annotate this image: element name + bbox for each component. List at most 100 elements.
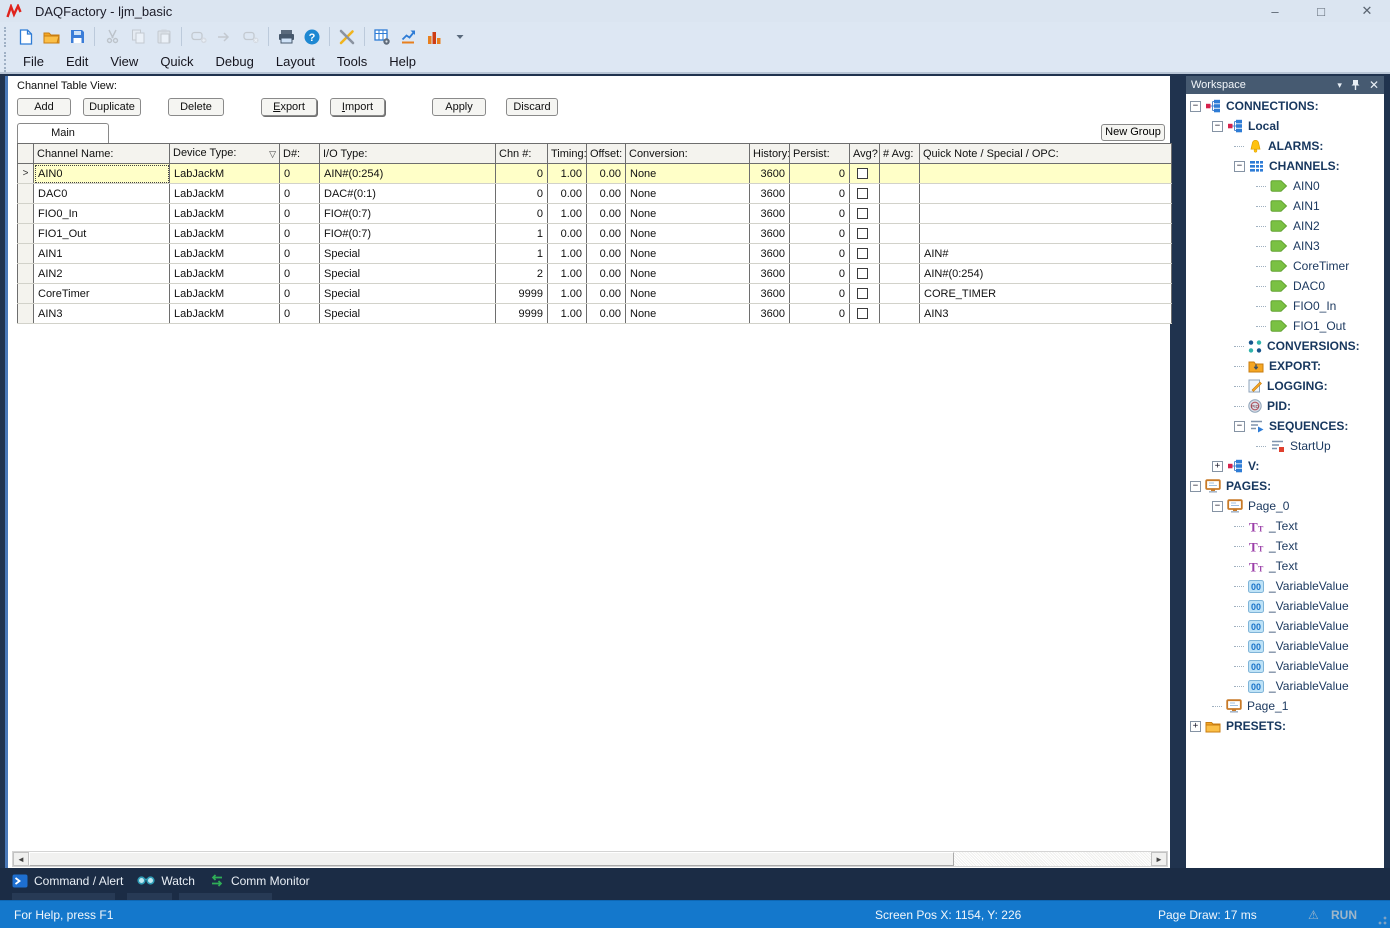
table-row[interactable]: CoreTimerLabJackM0Special99991.000.00Non… xyxy=(18,284,1172,304)
column-header-channel-name[interactable]: Channel Name: xyxy=(34,144,170,164)
tree-item-pages[interactable]: −PAGES: xyxy=(1186,476,1384,496)
menu-layout[interactable]: Layout xyxy=(265,52,326,71)
tab-main[interactable]: Main xyxy=(17,123,109,143)
tree-item-page-0[interactable]: −Page_0 xyxy=(1186,496,1384,516)
table-row[interactable]: AIN3LabJackM0Special99991.000.00None3600… xyxy=(18,304,1172,324)
tree-item-sequences[interactable]: −SEQUENCES: xyxy=(1186,416,1384,436)
column-header-persist[interactable]: Persist: xyxy=(790,144,850,164)
channel-table-icon[interactable] xyxy=(370,25,394,48)
save-icon[interactable] xyxy=(65,25,89,48)
chart-icon[interactable] xyxy=(422,25,446,48)
tree-item-text[interactable]: TT_Text xyxy=(1186,536,1384,556)
tree-expander-icon[interactable]: + xyxy=(1212,461,1223,472)
connection-go-icon[interactable] xyxy=(213,25,237,48)
tree-item-connections[interactable]: −CONNECTIONS: xyxy=(1186,96,1384,116)
tree-item-fio0-in[interactable]: FIO0_In xyxy=(1186,296,1384,316)
column-header-avg[interactable]: # Avg: xyxy=(880,144,920,164)
tree-item-v[interactable]: +V: xyxy=(1186,456,1384,476)
tree-item-variablevalue[interactable]: 00_VariableValue xyxy=(1186,656,1384,676)
delete-button[interactable]: Delete xyxy=(168,98,224,116)
column-header-device-type[interactable]: Device Type:▽ xyxy=(170,144,280,164)
print-icon[interactable] xyxy=(274,25,298,48)
tree-expander-icon[interactable]: − xyxy=(1234,421,1245,432)
menu-view[interactable]: View xyxy=(99,52,149,71)
menubar-grip[interactable] xyxy=(4,52,8,72)
avg-checkbox[interactable] xyxy=(857,248,868,259)
table-row[interactable]: AIN2LabJackM0Special21.000.00None36000AI… xyxy=(18,264,1172,284)
column-header-timing[interactable]: Timing: xyxy=(548,144,587,164)
scrollbar-track[interactable] xyxy=(954,852,1151,866)
tree-item-text[interactable]: TT_Text xyxy=(1186,556,1384,576)
avg-checkbox[interactable] xyxy=(857,288,868,299)
tree-item-channels[interactable]: −CHANNELS: xyxy=(1186,156,1384,176)
column-header-history[interactable]: History: xyxy=(750,144,790,164)
paste-icon[interactable] xyxy=(152,25,176,48)
tree-item-variablevalue[interactable]: 00_VariableValue xyxy=(1186,576,1384,596)
toolbar-grip[interactable] xyxy=(4,27,8,47)
help-icon[interactable]: ? xyxy=(300,25,324,48)
avg-checkbox[interactable] xyxy=(857,308,868,319)
menu-help[interactable]: Help xyxy=(378,52,427,71)
tree-item-text[interactable]: TT_Text xyxy=(1186,516,1384,536)
menu-edit[interactable]: Edit xyxy=(55,52,99,71)
workspace-pin-icon[interactable] xyxy=(1351,79,1360,91)
minimize-button[interactable]: – xyxy=(1252,0,1298,22)
dock-tab-comm-monitor[interactable]: Comm Monitor xyxy=(209,874,310,888)
resize-grip[interactable] xyxy=(1377,915,1387,925)
table-row[interactable]: DAC0LabJackM0DAC#(0:1)00.000.00None36000 xyxy=(18,184,1172,204)
tree-item-fio1-out[interactable]: FIO1_Out xyxy=(1186,316,1384,336)
tree-item-ain0[interactable]: AIN0 xyxy=(1186,176,1384,196)
tree-expander-icon[interactable]: − xyxy=(1212,121,1223,132)
tree-item-ain2[interactable]: AIN2 xyxy=(1186,216,1384,236)
discard-button[interactable]: Discard xyxy=(506,98,558,116)
open-folder-icon[interactable] xyxy=(39,25,63,48)
avg-checkbox[interactable] xyxy=(857,188,868,199)
workspace-menu-arrow-icon[interactable]: ▾ xyxy=(1337,80,1342,91)
avg-checkbox[interactable] xyxy=(857,168,868,179)
add-button[interactable]: Add xyxy=(17,98,71,116)
tree-item-dac0[interactable]: DAC0 xyxy=(1186,276,1384,296)
tools-icon[interactable] xyxy=(335,25,359,48)
column-header-avg[interactable]: Avg? xyxy=(850,144,880,164)
dock-tab-watch[interactable]: Watch xyxy=(137,874,195,888)
tree-item-local[interactable]: −Local xyxy=(1186,116,1384,136)
import-button[interactable]: Import xyxy=(330,98,385,116)
table-row[interactable]: FIO0_InLabJackM0FIO#(0:7)01.000.00None36… xyxy=(18,204,1172,224)
column-header-d[interactable]: D#: xyxy=(280,144,320,164)
column-header-quick-note-special-opc[interactable]: Quick Note / Special / OPC: xyxy=(920,144,1172,164)
table-row[interactable]: >AIN0LabJackM0AIN#(0:254)01.000.00None36… xyxy=(18,164,1172,184)
tree-item-startup[interactable]: StartUp xyxy=(1186,436,1384,456)
scroll-right-icon[interactable]: ► xyxy=(1151,852,1167,866)
avg-checkbox[interactable] xyxy=(857,208,868,219)
avg-checkbox[interactable] xyxy=(857,228,868,239)
tree-item-variablevalue[interactable]: 00_VariableValue xyxy=(1186,616,1384,636)
maximize-button[interactable]: □ xyxy=(1298,0,1344,22)
tree-expander-icon[interactable]: − xyxy=(1190,481,1201,492)
tree-item-coretimer[interactable]: CoreTimer xyxy=(1186,256,1384,276)
column-header-conversion[interactable]: Conversion: xyxy=(626,144,750,164)
filter-icon[interactable]: ▽ xyxy=(269,149,276,160)
connection-remove-icon[interactable] xyxy=(239,25,263,48)
tree-expander-icon[interactable]: − xyxy=(1234,161,1245,172)
new-file-icon[interactable] xyxy=(13,25,37,48)
tree-item-ain1[interactable]: AIN1 xyxy=(1186,196,1384,216)
tree-item-conversions[interactable]: CONVERSIONS: xyxy=(1186,336,1384,356)
tree-item-export[interactable]: EXPORT: xyxy=(1186,356,1384,376)
cut-icon[interactable] xyxy=(100,25,124,48)
tree-item-presets[interactable]: +PRESETS: xyxy=(1186,716,1384,736)
workspace-close-icon[interactable]: ✕ xyxy=(1369,78,1379,92)
tree-item-page-1[interactable]: Page_1 xyxy=(1186,696,1384,716)
overflow-arrow-icon[interactable] xyxy=(448,25,472,48)
tree-expander-icon[interactable]: − xyxy=(1190,101,1201,112)
tree-item-ain3[interactable]: AIN3 xyxy=(1186,236,1384,256)
close-button[interactable]: ✕ xyxy=(1344,0,1390,22)
tree-expander-icon[interactable]: + xyxy=(1190,721,1201,732)
table-row[interactable]: FIO1_OutLabJackM0FIO#(0:7)10.000.00None3… xyxy=(18,224,1172,244)
tree-expander-icon[interactable]: − xyxy=(1212,501,1223,512)
tree-item-variablevalue[interactable]: 00_VariableValue xyxy=(1186,596,1384,616)
column-header-chn[interactable]: Chn #: xyxy=(496,144,548,164)
menu-quick[interactable]: Quick xyxy=(149,52,204,71)
column-header-i-o-type[interactable]: I/O Type: xyxy=(320,144,496,164)
apply-button[interactable]: Apply xyxy=(432,98,486,116)
new-group-button[interactable]: New Group xyxy=(1101,124,1165,141)
